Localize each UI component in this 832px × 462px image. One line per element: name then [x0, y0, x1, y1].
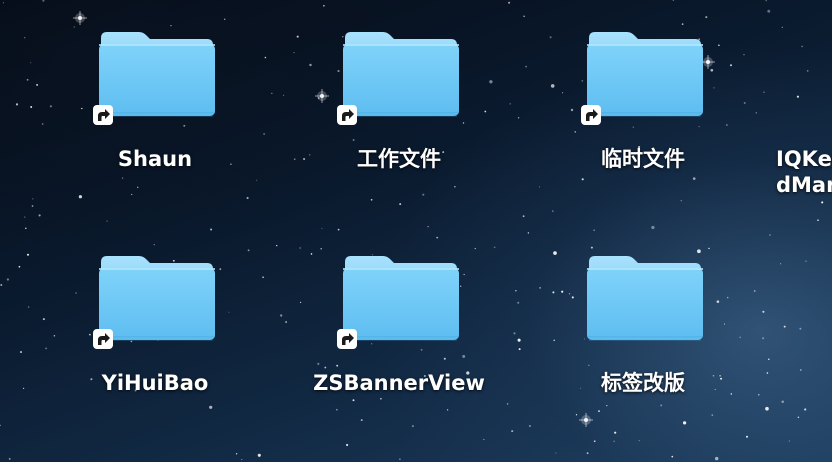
item-label: 标签改版 — [601, 371, 685, 395]
folder-icon — [583, 244, 705, 344]
item-label: Shaun — [117, 147, 193, 171]
alias-arrow-icon — [336, 104, 358, 126]
desktop-item-zsbannerview[interactable]: ZSBannerView — [299, 244, 499, 434]
item-label: ZSBannerView — [313, 371, 485, 395]
desktop-item-temp-files[interactable]: 临时文件 — [543, 20, 743, 210]
alias-arrow-icon — [92, 328, 114, 350]
item-label: YiHuiBao — [101, 371, 209, 395]
desktop-item-work-files[interactable]: 工作文件 — [299, 20, 499, 210]
desktop-item-yihuibao[interactable]: YiHuiBao — [55, 244, 255, 434]
desktop-item-tag-redesign[interactable]: 标签改版 — [543, 244, 743, 434]
alias-arrow-icon — [92, 104, 114, 126]
folder-icon — [828, 20, 832, 120]
desktop-item-shaun[interactable]: Shaun — [55, 20, 255, 210]
alias-arrow-icon — [336, 328, 358, 350]
item-label: IQKeyboardManager — [776, 147, 832, 197]
item-label: 工作文件 — [357, 147, 441, 171]
desktop-item-iqkeyboardmanager[interactable]: IQKeyboardManager — [772, 20, 832, 210]
alias-arrow-icon — [580, 104, 602, 126]
item-label: 临时文件 — [601, 147, 685, 171]
